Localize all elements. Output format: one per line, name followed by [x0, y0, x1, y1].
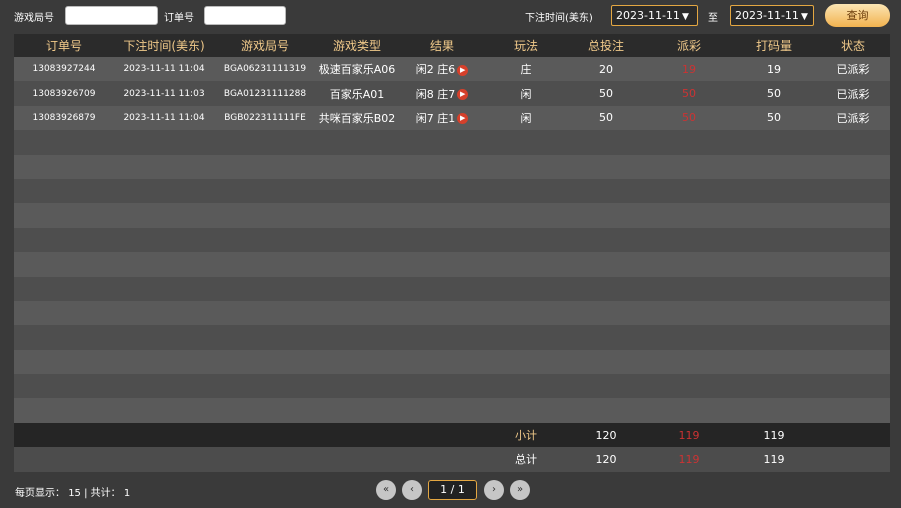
next-page-icon[interactable]: › [484, 480, 504, 500]
game-type: 极速百家乐A06 [318, 63, 396, 77]
result-text: 闲2 庄6 [415, 63, 456, 77]
empty-rows [14, 130, 890, 423]
payout: 50 [682, 111, 696, 125]
page-summary: 每页显示： 15 | 共计： 1 [15, 484, 130, 499]
column-header: 派彩 [676, 39, 701, 53]
game-type: 共咪百家乐B02 [318, 111, 396, 125]
chevron-down-icon: ▼ [681, 12, 689, 22]
per-page-value: 15 [68, 488, 81, 499]
bet-record-table: 订单号 下注时间(美东) 游戏局号 游戏类型 结果 玩法 总投注 派彩 打码量 … [14, 34, 890, 472]
column-header: 玩法 [513, 39, 538, 53]
subtotal-turnover: 119 [763, 428, 785, 442]
status: 已派彩 [836, 87, 870, 101]
table-row: 13083926709 2023-11-11 11:03 BGA01231111… [14, 81, 890, 106]
empty-row [14, 325, 890, 350]
round-number: BGB022311111FE [224, 112, 306, 123]
empty-row [14, 349, 890, 375]
total-row: 总计 120 119 119 [14, 447, 890, 472]
total-count-label: 共计： [90, 488, 121, 499]
total-bet: 50 [599, 87, 613, 101]
game-type: 百家乐A01 [329, 87, 385, 101]
empty-row [14, 276, 890, 301]
empty-row [14, 398, 890, 423]
empty-row [14, 178, 890, 204]
date-to-select[interactable]: 2023-11-11 ▼ [730, 5, 814, 26]
table-row: 13083926879 2023-11-11 11:04 BGB02231111… [14, 105, 890, 131]
play-type: 闲 [520, 111, 532, 125]
total-bet: 50 [599, 111, 613, 125]
play-type: 庄 [520, 63, 532, 77]
payout: 50 [682, 87, 696, 101]
date-from-value: 2023-11-11 [616, 9, 680, 22]
page-indicator[interactable]: 1 / 1 [428, 480, 477, 500]
column-header: 总投注 [587, 39, 624, 53]
payout: 19 [682, 62, 696, 76]
bet-time: 2023-11-11 11:04 [123, 112, 205, 123]
total-bet: 20 [599, 62, 613, 76]
date-to-value: 2023-11-11 [735, 9, 799, 22]
column-header: 状态 [840, 39, 865, 53]
column-header: 结果 [429, 39, 454, 53]
chevron-down-icon: ▼ [800, 12, 808, 22]
empty-row [14, 374, 890, 399]
filter-bar: 游戏局号 订单号 下注时间(美东) 2023-11-11 ▼ 至 2023-11-… [0, 0, 901, 32]
round-label: 游戏局号 [14, 13, 54, 24]
empty-row [14, 130, 890, 155]
separator: | [84, 488, 88, 499]
column-header: 游戏类型 [332, 39, 381, 53]
column-header: 游戏局号 [240, 39, 289, 53]
date-from-select[interactable]: 2023-11-11 ▼ [611, 5, 698, 26]
total-payout: 119 [678, 452, 700, 466]
query-button[interactable]: 查询 [825, 4, 890, 27]
column-header: 打码量 [755, 39, 792, 53]
subtotal-payout: 119 [678, 428, 700, 442]
order-input[interactable] [204, 6, 286, 25]
subtotal-label: 小计 [515, 429, 537, 443]
subtotal-row: 小计 120 119 119 [14, 422, 890, 448]
play-type: 闲 [520, 87, 532, 101]
first-page-icon[interactable]: « [376, 480, 396, 500]
order-number: 13083926709 [32, 88, 96, 99]
result-text: 闲8 庄7 [415, 87, 456, 101]
order-number: 13083926879 [32, 112, 96, 123]
empty-row [14, 252, 890, 277]
time-label: 下注时间(美东) [525, 13, 593, 24]
turnover: 50 [767, 111, 781, 125]
column-header: 订单号 [45, 39, 82, 53]
empty-row [14, 227, 890, 253]
play-icon[interactable]: ▶ [457, 89, 469, 101]
round-number: BGA01231111288 [223, 88, 307, 99]
total-turnover: 119 [763, 452, 785, 466]
empty-row [14, 300, 890, 326]
result-cell: 闲2 庄6 ▶ [398, 61, 486, 77]
status: 已派彩 [836, 111, 870, 125]
order-label: 订单号 [164, 13, 194, 24]
result-text: 闲7 庄1 [415, 111, 456, 125]
last-page-icon[interactable]: » [510, 480, 530, 500]
result-cell: 闲8 庄7 ▶ [398, 86, 486, 102]
empty-row [14, 203, 890, 228]
per-page-label: 每页显示： [15, 488, 65, 499]
round-number: BGA06231111319 [223, 64, 307, 75]
empty-row [14, 154, 890, 179]
status: 已派彩 [836, 63, 870, 77]
turnover: 19 [767, 62, 781, 76]
subtotal-bet: 120 [595, 428, 617, 442]
result-cell: 闲7 庄1 ▶ [398, 110, 486, 126]
turnover: 50 [767, 87, 781, 101]
total-bet: 120 [595, 452, 617, 466]
column-header: 下注时间(美东) [123, 39, 205, 53]
table-header: 订单号 下注时间(美东) 游戏局号 游戏类型 结果 玩法 总投注 派彩 打码量 … [14, 34, 890, 57]
play-icon[interactable]: ▶ [457, 113, 469, 125]
to-label: 至 [708, 13, 718, 24]
total-label: 总计 [515, 453, 537, 467]
order-number: 13083927244 [32, 64, 96, 75]
table-row: 13083927244 2023-11-11 11:04 BGA06231111… [14, 57, 890, 82]
total-count-value: 1 [123, 488, 131, 499]
bet-time: 2023-11-11 11:03 [123, 88, 205, 99]
prev-page-icon[interactable]: ‹ [402, 480, 422, 500]
play-icon[interactable]: ▶ [457, 64, 469, 76]
round-input[interactable] [65, 6, 158, 25]
bet-time: 2023-11-11 11:04 [123, 64, 205, 75]
